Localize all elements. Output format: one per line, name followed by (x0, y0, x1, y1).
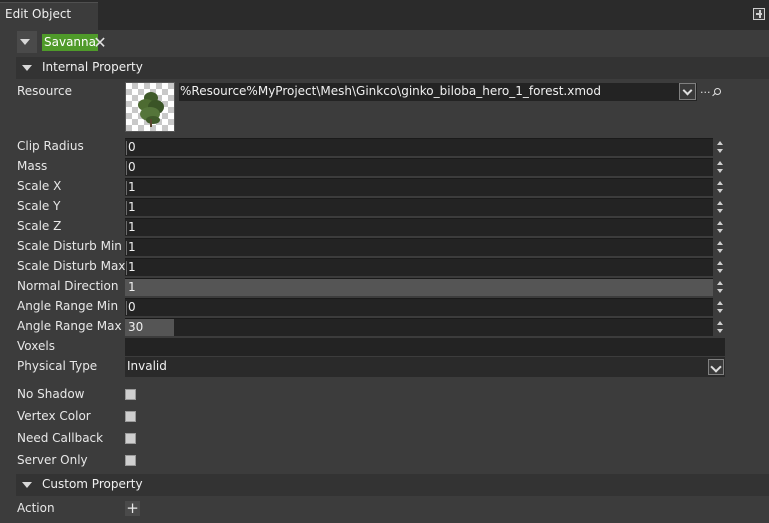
angle-range-min-label: Angle Range Min (17, 299, 119, 313)
checkbox-row-server-only: Server Only (17, 451, 729, 471)
clip-radius-label: Clip Radius (17, 139, 84, 153)
scale-z-value: 1 (128, 220, 136, 234)
title-bar: Edit Object (0, 0, 769, 30)
scale-disturb-max-input[interactable]: 1 (125, 258, 713, 276)
scale-y-label: Scale Y (17, 199, 61, 213)
collapse-triangle-icon (20, 39, 30, 45)
vertex-color-label: Vertex Color (17, 409, 91, 423)
server-only-checkbox[interactable] (125, 455, 136, 466)
mass-value: 0 (128, 160, 136, 174)
checkbox-row-need-callback: Need Callback (17, 429, 729, 449)
mass-input[interactable]: 0 (125, 158, 713, 176)
scale-y-value: 1 (128, 200, 136, 214)
resource-thumbnail[interactable] (125, 82, 175, 132)
plus-icon[interactable]: + (125, 501, 140, 516)
spinner-icon[interactable] (715, 258, 725, 276)
field-row-clip-radius: Clip Radius 0 (17, 137, 729, 157)
object-collapse-button[interactable] (17, 31, 37, 53)
scale-disturb-min-input[interactable]: 1 (125, 238, 713, 256)
object-name-tag[interactable]: Savanna (42, 34, 98, 51)
no-shadow-label: No Shadow (17, 387, 85, 401)
scale-disturb-max-label: Scale Disturb Max (17, 259, 126, 273)
section-internal-property[interactable]: Internal Property (16, 57, 769, 79)
field-row-scale-z: Scale Z 1 (17, 217, 729, 237)
object-header: Savanna ✕ (17, 31, 137, 53)
pin-icon[interactable] (753, 8, 765, 20)
field-row-scale-disturb-max: Scale Disturb Max 1 (17, 257, 729, 277)
no-shadow-checkbox[interactable] (125, 389, 136, 400)
spinner-icon[interactable] (715, 298, 725, 316)
clip-radius-value: 0 (128, 140, 136, 154)
resource-row: Resource %Resource%MyProject\Mesh\Ginkco… (17, 82, 769, 134)
spinner-icon[interactable] (715, 138, 725, 156)
section-custom-property[interactable]: Custom Property (16, 474, 769, 496)
angle-range-min-value: 0 (128, 300, 136, 314)
collapse-triangle-icon (22, 482, 32, 488)
physical-type-select[interactable]: Invalid (125, 357, 725, 377)
dropdown-chevron-icon[interactable] (679, 83, 696, 100)
spinner-icon[interactable] (715, 178, 725, 196)
field-row-angle-range-max: Angle Range Max 30 (17, 317, 729, 337)
tree-thumbnail-icon (138, 92, 164, 127)
scale-z-label: Scale Z (17, 219, 62, 233)
browse-button[interactable]: ... (700, 83, 711, 96)
collapse-triangle-icon (22, 65, 32, 71)
field-row-mass: Mass 0 (17, 157, 729, 177)
section-title: Custom Property (42, 477, 143, 491)
physical-type-label: Physical Type (17, 359, 98, 373)
scale-x-value: 1 (128, 180, 136, 194)
dropdown-chevron-icon[interactable] (708, 359, 724, 375)
need-callback-checkbox[interactable] (125, 433, 136, 444)
spinner-icon[interactable] (715, 318, 725, 336)
need-callback-label: Need Callback (17, 431, 104, 445)
scale-disturb-min-value: 1 (128, 240, 136, 254)
scale-x-label: Scale X (17, 179, 62, 193)
angle-range-max-label: Angle Range Max (17, 319, 122, 333)
normal-direction-input[interactable]: 1 (125, 278, 713, 296)
spinner-icon[interactable] (715, 238, 725, 256)
field-row-scale-y: Scale Y 1 (17, 197, 729, 217)
clip-radius-input[interactable]: 0 (125, 138, 713, 156)
normal-direction-fill (125, 279, 713, 296)
section-title: Internal Property (42, 60, 143, 74)
scale-disturb-min-label: Scale Disturb Min (17, 239, 122, 253)
angle-range-max-value: 30 (128, 320, 144, 334)
angle-range-min-input[interactable]: 0 (125, 298, 713, 316)
resource-path: %Resource%MyProject\Mesh\Ginkco\ginko_bi… (180, 84, 601, 98)
normal-direction-value: 1 (128, 280, 136, 294)
vertex-color-checkbox[interactable] (125, 411, 136, 422)
action-label: Action (17, 501, 55, 515)
spinner-icon[interactable] (715, 198, 725, 216)
field-row-scale-disturb-min: Scale Disturb Min 1 (17, 237, 729, 257)
normal-direction-label: Normal Direction (17, 279, 119, 293)
scale-disturb-max-value: 1 (128, 260, 136, 274)
scale-x-input[interactable]: 1 (125, 178, 713, 196)
resource-path-field[interactable]: %Resource%MyProject\Mesh\Ginkco\ginko_bi… (179, 83, 697, 101)
field-row-voxels: Voxels (17, 337, 729, 357)
field-row-angle-range-min: Angle Range Min 0 (17, 297, 729, 317)
field-row-scale-x: Scale X 1 (17, 177, 729, 197)
checkbox-row-no-shadow: No Shadow (17, 385, 729, 405)
spinner-icon[interactable] (715, 218, 725, 236)
search-icon[interactable] (714, 88, 721, 95)
scale-y-input[interactable]: 1 (125, 198, 713, 216)
voxels-input[interactable] (125, 338, 725, 356)
angle-range-max-input[interactable]: 30 (125, 318, 713, 336)
checkbox-row-vertex-color: Vertex Color (17, 407, 729, 427)
mass-label: Mass (17, 159, 48, 173)
server-only-label: Server Only (17, 453, 88, 467)
resource-label: Resource (17, 84, 73, 98)
tab-edit-object[interactable]: Edit Object (0, 2, 98, 30)
field-row-physical-type: Physical Type Invalid (17, 357, 729, 377)
physical-type-value: Invalid (127, 359, 167, 373)
voxels-label: Voxels (17, 339, 55, 353)
spinner-icon[interactable] (715, 278, 725, 296)
field-row-normal-direction: Normal Direction 1 (17, 277, 729, 297)
action-row: Action + (17, 499, 729, 519)
spinner-icon[interactable] (715, 158, 725, 176)
close-icon[interactable]: ✕ (92, 34, 108, 51)
tab-title: Edit Object (5, 7, 72, 21)
scale-z-input[interactable]: 1 (125, 218, 713, 236)
